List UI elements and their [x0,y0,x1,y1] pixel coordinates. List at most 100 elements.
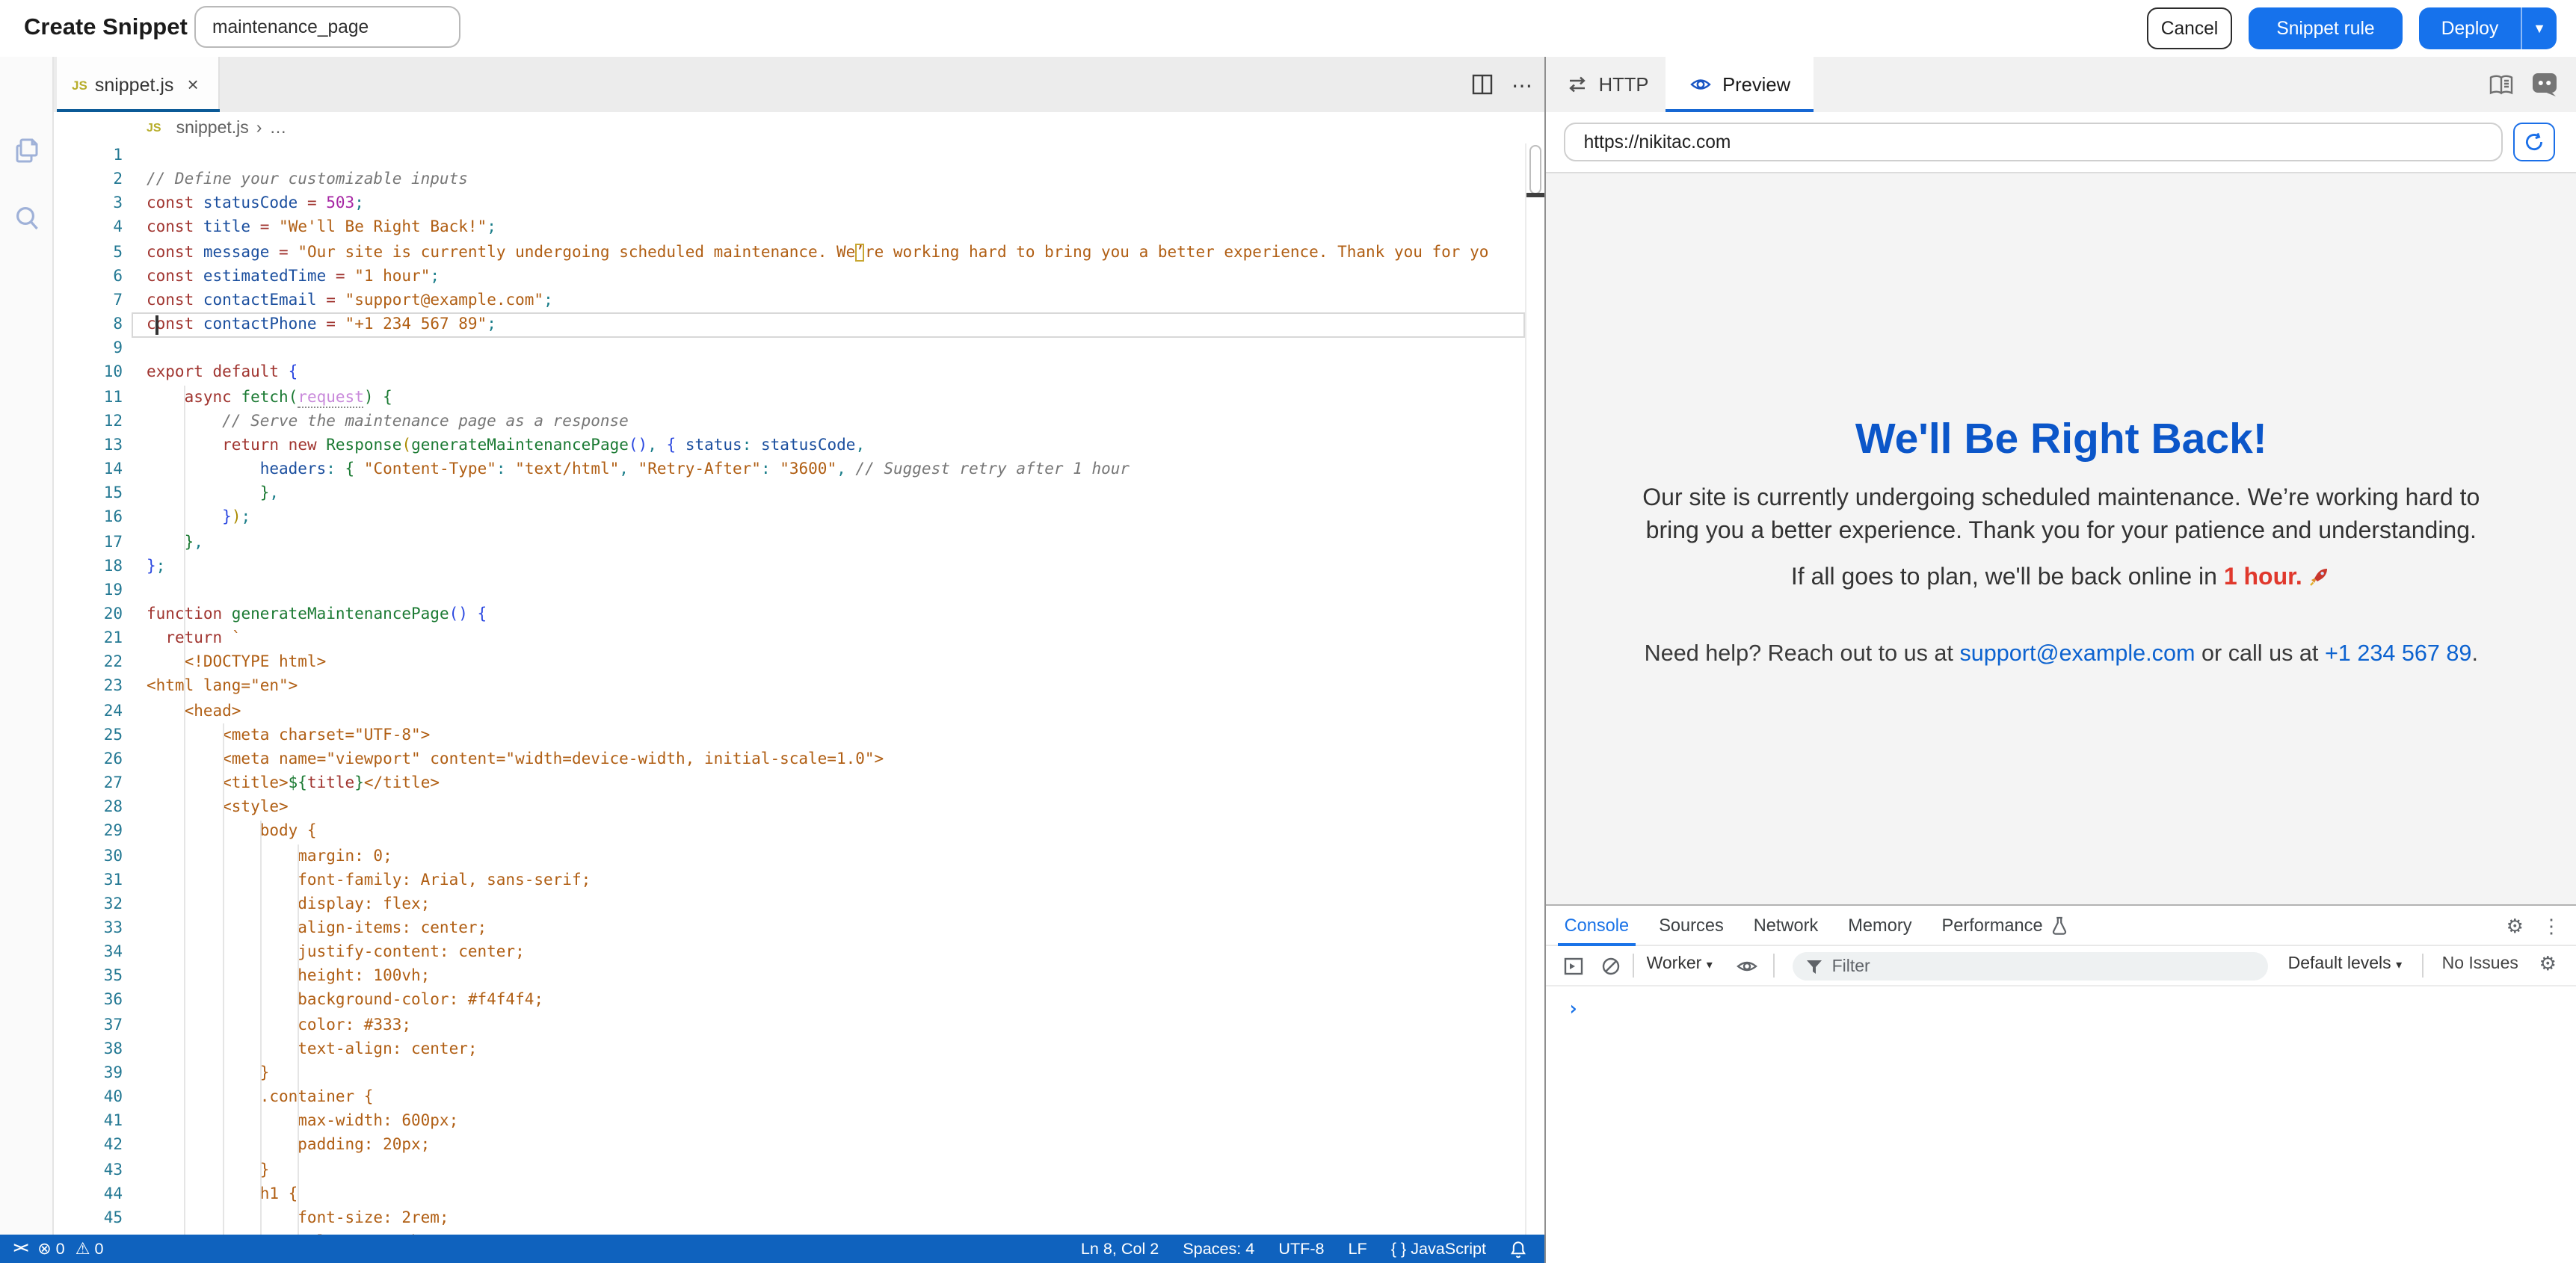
console-sidebar-icon[interactable] [1565,956,1584,975]
code-line-42: 42 padding: 20px; [54,1134,1544,1158]
editor-scrollbar[interactable] [1525,143,1544,1235]
log-levels-dropdown[interactable]: Default levels ▾ [2288,955,2403,973]
refresh-button[interactable] [2514,123,2556,161]
devtools-tab-sources[interactable]: Sources [1659,915,1724,936]
code-line-25: 25 <meta charset="UTF-8"> [54,723,1544,747]
code-line-16: 16 }); [54,506,1544,530]
line-number: 12 [54,409,147,433]
search-icon[interactable] [10,202,43,235]
line-number: 41 [54,1110,147,1134]
snippet-name-input[interactable] [194,6,460,48]
code-line-34: 34 justify-content: center; [54,940,1544,964]
warning-icon: ⚠ [76,1241,90,1259]
line-number: 37 [54,1013,147,1037]
code-line-35: 35 height: 100vh; [54,965,1544,989]
code-line-13: 13 return new Response(generateMaintenan… [54,433,1544,457]
docs-book-icon[interactable] [2488,72,2515,96]
context-selector[interactable]: Worker ▾ [1647,955,1713,973]
devtools-settings-gear-icon[interactable]: ⚙ [2506,916,2524,936]
line-number: 27 [54,771,147,795]
code-line-38: 38 text-align: center; [54,1037,1544,1061]
support-email-link[interactable]: support@example.com [1959,641,2195,667]
code-line-40: 40 .container { [54,1085,1544,1109]
line-number: 38 [54,1037,147,1061]
cursor-position[interactable]: Ln 8, Col 2 [1081,1240,1159,1258]
explorer-files-icon[interactable] [10,135,43,167]
line-number: 2 [54,167,147,191]
code-line-2: 2// Define your customizable inputs [54,167,1544,191]
code-line-14: 14 headers: { "Content-Type": "text/html… [54,457,1544,481]
deploy-dropdown-button[interactable]: ▼ [2521,7,2557,49]
close-tab-icon[interactable]: × [187,75,198,94]
tab-snippet-js[interactable]: JS snippet.js × [57,57,220,112]
devtools-tab-performance[interactable]: Performance [1942,915,2043,936]
activity-bar: ⚙ [0,57,54,1263]
errors-status[interactable]: ⊗ 0 [37,1239,64,1259]
line-number: 29 [54,820,147,844]
clear-console-icon[interactable] [1602,956,1621,975]
live-expression-eye-icon[interactable] [1737,956,1759,975]
line-number: 36 [54,989,147,1013]
error-icon: ⊗ [37,1241,51,1259]
js-file-icon: JS [147,121,161,135]
devtools-top-icons: ⚙ ⋮ [2506,906,2561,946]
app-window: Create Snippet Cancel Snippet rule Deplo… [0,0,2576,1263]
indent-guide [298,844,299,1234]
chevron-down-icon: ▼ [2533,20,2546,35]
console-output[interactable]: › [1547,986,2576,1263]
code-line-11: 11 async fetch(request) { [54,385,1544,409]
code-line-6: 6const estimatedTime = "1 hour"; [54,265,1544,288]
line-number: 13 [54,433,147,457]
breadcrumb-file[interactable]: snippet.js [176,119,249,137]
devtools-menu-kebab-icon[interactable]: ⋮ [2542,916,2561,936]
tab-http[interactable]: HTTP [1568,57,1649,112]
console-prompt-chevron[interactable]: › [1568,998,1580,1021]
code-line-21: 21 return ` [54,626,1544,650]
breadcrumb-symbol[interactable]: … [269,119,286,137]
flask-icon [2052,915,2068,935]
encoding[interactable]: UTF-8 [1278,1240,1324,1258]
tab-preview[interactable]: Preview [1666,57,1814,112]
issues-counter[interactable]: No Issues [2442,955,2518,973]
line-number: 3 [54,192,147,216]
line-number: 6 [54,265,147,288]
url-bar [1547,112,2576,173]
devtools-tab-memory[interactable]: Memory [1848,915,1911,936]
more-actions-icon[interactable]: ⋯ [1512,74,1532,95]
toolbar-divider [1633,954,1635,978]
code-editor[interactable]: 12// Define your customizable inputs3con… [54,143,1544,1235]
line-number: 9 [54,337,147,361]
line-number: 39 [54,1061,147,1085]
cancel-button[interactable]: Cancel [2147,7,2232,49]
notifications-bell-icon[interactable] [1510,1240,1526,1258]
line-number: 17 [54,530,147,554]
line-number: 14 [54,457,147,481]
phone-link[interactable]: +1 234 567 89 [2325,641,2472,667]
code-line-24: 24 <head> [54,699,1544,723]
snippet-rule-button[interactable]: Snippet rule [2249,7,2403,49]
text-cursor [156,315,158,334]
toolbar-divider [2423,954,2424,978]
line-number: 24 [54,699,147,723]
scrollbar-thumb[interactable] [1529,145,1541,194]
deploy-button[interactable]: Deploy [2419,7,2521,49]
url-input[interactable] [1565,123,2503,161]
console-filter-input[interactable]: Filter [1793,952,2269,981]
split-editor-icon[interactable] [1471,73,1494,96]
devtools-tab-console[interactable]: Console [1565,915,1630,936]
discord-feedback-icon[interactable] [2531,72,2558,97]
chevron-down-icon: ▾ [1707,958,1713,972]
code-line-19: 19 [54,578,1544,602]
devtools-tab-network[interactable]: Network [1754,915,1819,936]
language-mode[interactable]: { } JavaScript [1391,1240,1486,1258]
remote-indicator-icon[interactable]: >< [13,1241,27,1257]
warnings-status[interactable]: ⚠ 0 [76,1239,104,1259]
eol-sequence[interactable]: LF [1349,1240,1367,1258]
line-number: 19 [54,578,147,602]
indentation[interactable]: Spaces: 4 [1183,1240,1254,1258]
code-line-5: 5const message = "Our site is currently … [54,240,1544,264]
console-settings-gear-icon[interactable]: ⚙ [2539,954,2557,973]
code-line-15: 15 }, [54,481,1544,505]
line-number: 15 [54,481,147,505]
panel-top-icons [2488,57,2558,112]
